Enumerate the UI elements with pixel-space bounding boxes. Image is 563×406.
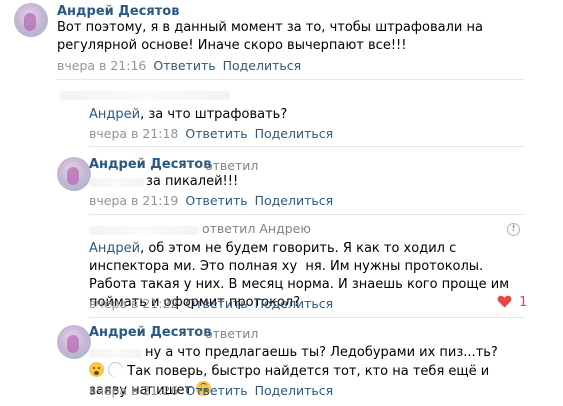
share-button[interactable]: Поделиться bbox=[255, 193, 334, 208]
hidden-author bbox=[60, 91, 230, 100]
comment-meta: вчера в 21:19 Ответить Поделиться bbox=[89, 193, 333, 208]
reply-to-label: ответил bbox=[205, 326, 259, 341]
share-button[interactable]: Поделиться bbox=[223, 58, 302, 73]
reply-to-label: ответил bbox=[205, 158, 259, 173]
comment-meta: вчера в 21:16 Ответить Поделиться bbox=[57, 58, 301, 73]
author-name[interactable]: Андрей Десятов bbox=[89, 157, 211, 172]
like-button[interactable]: 1 bbox=[497, 295, 527, 310]
comment-meta: вчера в 21:22 Ответить Поделиться bbox=[89, 296, 333, 311]
share-button[interactable]: Поделиться bbox=[255, 296, 334, 311]
info-icon[interactable]: ! bbox=[507, 223, 520, 236]
like-count: 1 bbox=[519, 295, 528, 310]
reply-button[interactable]: Ответить bbox=[185, 193, 247, 208]
divider bbox=[89, 214, 525, 215]
timestamp[interactable]: вчера в 21:18 bbox=[89, 126, 178, 141]
divider bbox=[57, 79, 525, 80]
timestamp[interactable]: вчера в 21:16 bbox=[57, 58, 146, 73]
reply-to-label: ответил Андрею bbox=[202, 221, 311, 236]
share-button[interactable]: Поделиться bbox=[255, 383, 334, 398]
reply-button[interactable]: Ответить bbox=[185, 383, 247, 398]
hidden-text bbox=[89, 178, 144, 187]
author-name[interactable]: Андрей Десятов bbox=[57, 4, 179, 19]
avatar[interactable] bbox=[14, 3, 48, 37]
share-button[interactable]: Поделиться bbox=[255, 126, 334, 141]
reply-button[interactable]: Ответить bbox=[153, 58, 215, 73]
divider bbox=[89, 317, 525, 318]
divider bbox=[89, 146, 525, 147]
reply-button[interactable]: Ответить bbox=[185, 126, 247, 141]
timestamp[interactable]: вчера в 21:19 bbox=[89, 193, 178, 208]
mention-link[interactable]: Андрей bbox=[89, 107, 140, 122]
timestamp[interactable]: вчера в 21:22 bbox=[89, 296, 178, 311]
timestamp[interactable]: вчера в 21:26 bbox=[89, 383, 178, 398]
comment-meta: вчера в 21:26 Ответить Поделиться bbox=[89, 383, 333, 398]
author-name[interactable]: Андрей Десятов bbox=[89, 325, 211, 340]
comment-meta: вчера в 21:18 Ответить Поделиться bbox=[89, 126, 333, 141]
mention-link[interactable]: Андрей bbox=[89, 241, 140, 256]
comment-text: Андрей, за что штрафовать? bbox=[89, 107, 288, 122]
upside-down-face-emoji bbox=[108, 362, 124, 377]
heart-icon bbox=[497, 295, 512, 308]
comment-text: за пикалей!!! bbox=[146, 174, 239, 189]
comment-text: Вот поэтому, я в данный момент за то, чт… bbox=[57, 20, 483, 53]
reply-button[interactable]: Ответить bbox=[185, 296, 247, 311]
astonished-face-emoji bbox=[89, 362, 104, 377]
avatar[interactable] bbox=[57, 157, 91, 191]
hidden-author bbox=[89, 226, 199, 235]
avatar[interactable] bbox=[57, 325, 91, 359]
